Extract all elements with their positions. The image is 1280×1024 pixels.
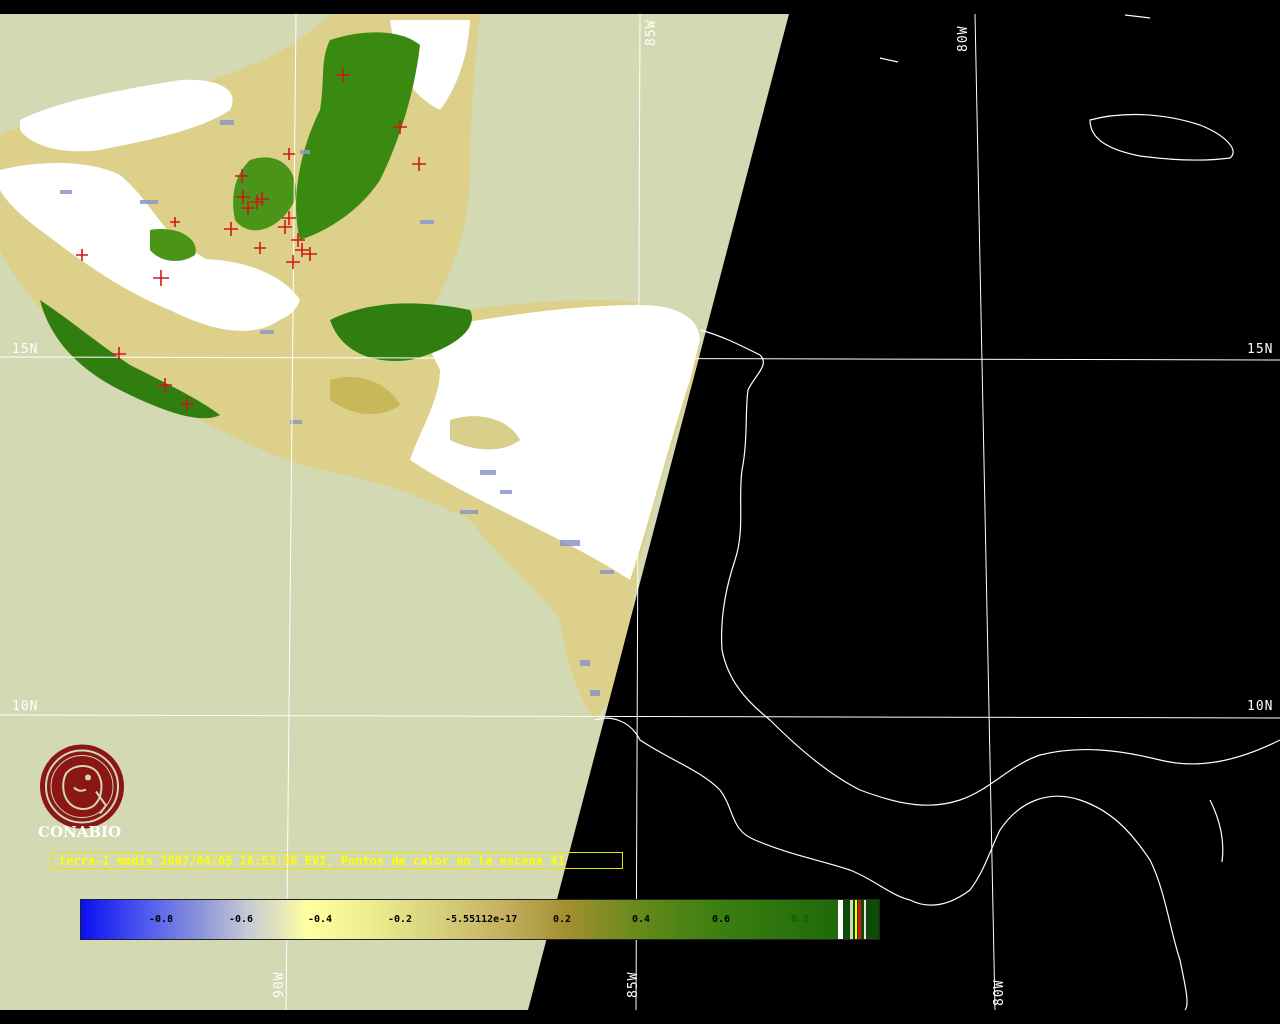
legend-tick: 0.2 <box>553 914 572 925</box>
legend-swatch-yellow <box>855 900 857 939</box>
lon-label-80w-bottom: 80W <box>992 979 1007 1006</box>
evi-color-legend: -0.8 -0.6 -0.4 -0.2 -5.55112e-17 0.2 0.4… <box>80 899 880 940</box>
conabio-logo-text: CONABIO <box>38 823 122 841</box>
legend-tick: 0.4 <box>632 914 651 925</box>
lat-label-15n-right: 15N <box>1247 342 1274 357</box>
legend-tick: -0.4 <box>308 914 333 925</box>
map-canvas <box>0 0 1280 1024</box>
legend-tick: -5.55112e-17 <box>445 914 518 925</box>
legend-tick: 0.8 <box>791 914 810 925</box>
lon-label-85w-top: 85W <box>644 19 659 46</box>
lat-label-15n-left: 15N <box>12 342 39 357</box>
legend-swatch-coast <box>864 900 866 939</box>
legend-tick: 0.6 <box>712 914 731 925</box>
legend-tick: -0.8 <box>149 914 174 925</box>
legend-swatch-cloud <box>838 900 843 939</box>
lon-label-80w-top: 80W <box>956 25 971 52</box>
legend-tick: -0.6 <box>229 914 254 925</box>
lat-label-10n-right: 10N <box>1247 699 1274 714</box>
lon-label-85w-bottom: 85W <box>626 971 641 998</box>
legend-tick: -0.2 <box>388 914 413 925</box>
scene-caption: terra-1 modis 2007/04/05 16:53:30 EVI, P… <box>51 852 623 869</box>
legend-swatch-nodata <box>850 900 853 939</box>
lat-label-10n-left: 10N <box>12 699 39 714</box>
lon-label-90w-bottom: 90W <box>272 971 287 998</box>
legend-swatch-fire <box>858 900 861 939</box>
